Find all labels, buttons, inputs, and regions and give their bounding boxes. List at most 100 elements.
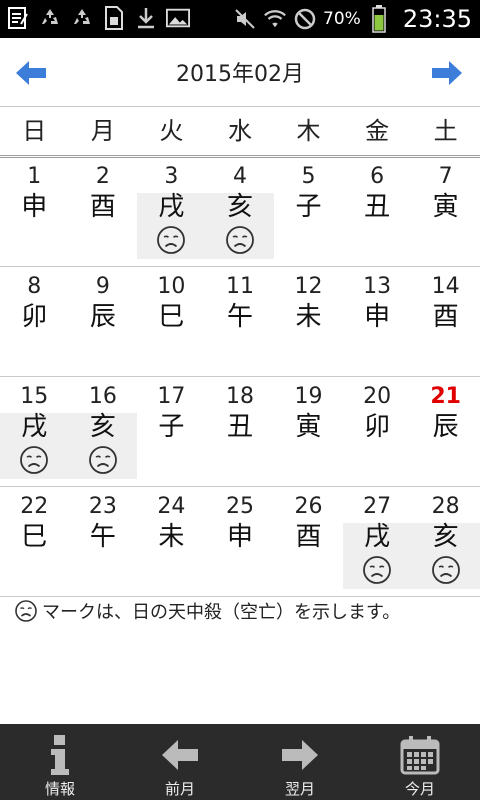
day-number: 18 — [225, 384, 254, 409]
day-cell[interactable]: 3戌 — [137, 157, 206, 266]
download-icon — [134, 5, 158, 31]
day-eto: 卯 — [364, 412, 391, 442]
day-number: 24 — [157, 494, 186, 519]
current-month-button[interactable]: 今月 — [360, 724, 480, 800]
day-eto: 子 — [158, 412, 185, 442]
day-cell[interactable]: 27 戌 — [342, 487, 412, 596]
day-number: 23 — [88, 494, 117, 519]
day-cell[interactable]: 26 酉 — [274, 487, 343, 596]
calendar-header: 2015年02月 — [0, 38, 480, 106]
battery-icon — [367, 5, 391, 33]
day-number: 6 — [370, 164, 385, 189]
day-number: 28 — [431, 494, 460, 519]
day-cell[interactable]: 20 卯 — [343, 377, 412, 486]
notes-icon — [6, 5, 30, 31]
day-cell[interactable]: 24 未 — [137, 487, 206, 596]
day-cell[interactable]: 10 巳 — [137, 267, 206, 376]
arrow-left-icon — [120, 734, 240, 776]
day-number: 5 — [301, 164, 316, 189]
day-cell[interactable]: 5子 — [274, 157, 343, 266]
day-eto: 戌 — [21, 412, 48, 442]
weekday-wed: 水 — [227, 117, 252, 145]
day-eto: 酉 — [432, 302, 459, 332]
mute-icon — [233, 6, 257, 32]
day-number: 26 — [294, 494, 323, 519]
status-bar: 70% 23:35 — [0, 0, 480, 38]
day-eto: 戌 — [158, 192, 185, 222]
day-cell[interactable]: 28 亥 — [411, 487, 480, 596]
day-cell[interactable]: 2酉 — [69, 157, 138, 266]
sad-face-icon — [431, 555, 461, 585]
prev-month-label: 前月 — [164, 780, 195, 798]
prev-month-button[interactable]: 前月 — [120, 724, 240, 800]
day-cell[interactable]: 7寅 — [411, 157, 480, 266]
image-icon — [166, 5, 190, 31]
day-number: 19 — [294, 384, 323, 409]
day-number: 8 — [27, 274, 42, 299]
day-cell[interactable]: 1申 — [0, 157, 69, 266]
info-button[interactable]: 情報 — [0, 724, 120, 800]
sad-face-icon — [14, 599, 38, 623]
day-eto: 未 — [295, 302, 322, 332]
day-eto: 午 — [89, 522, 116, 552]
weekday-sun: 日 — [22, 117, 47, 145]
day-cell[interactable]: 12 未 — [274, 267, 343, 376]
weekday-thu: 木 — [296, 117, 321, 145]
sad-face-icon — [156, 225, 186, 255]
day-cell[interactable]: 9辰 — [69, 267, 138, 376]
day-eto: 亥 — [432, 522, 459, 552]
weekday-tue: 火 — [159, 117, 184, 145]
day-number: 15 — [20, 384, 49, 409]
day-number: 20 — [363, 384, 392, 409]
sad-face-icon — [88, 445, 118, 475]
day-number: 27 — [363, 494, 392, 519]
legend: マークは、日の天中殺（空亡）を示します。 — [14, 598, 400, 624]
day-cell[interactable]: 21 辰 — [411, 377, 480, 486]
week-row: 8 卯 9 辰 10 巳 11 午 12 未 13 申 14 酉 — [0, 267, 480, 377]
day-cell[interactable]: 18 丑 — [206, 377, 275, 486]
day-cell[interactable]: 13 申 — [343, 267, 412, 376]
week-row: 22 巳 23 午 24 未 25 申 26 酉 27 戌 28 亥 — [0, 487, 480, 597]
week-row: 1申2酉3戌4亥5子6丑7寅 — [0, 157, 480, 267]
info-icon — [0, 734, 120, 776]
day-eto: 寅 — [295, 412, 322, 442]
day-cell[interactable]: 6丑 — [343, 157, 412, 266]
day-eto: 未 — [158, 522, 185, 552]
day-cell[interactable]: 11 午 — [206, 267, 275, 376]
wifi-icon — [263, 6, 287, 32]
day-eto: 巳 — [21, 522, 48, 552]
day-cell[interactable]: 16 亥 — [68, 377, 138, 486]
day-number: 17 — [157, 384, 186, 409]
month-title: 2015年02月 — [176, 62, 304, 87]
next-month-button[interactable]: 翌月 — [240, 724, 360, 800]
day-eto: 戌 — [364, 522, 391, 552]
day-eto: 申 — [364, 302, 391, 332]
arrow-right-icon — [240, 734, 360, 776]
day-number: 4 — [232, 164, 247, 189]
day-cell[interactable]: 17 子 — [137, 377, 206, 486]
calendar-icon — [360, 734, 480, 776]
arrow-right-icon[interactable] — [432, 60, 462, 86]
day-number: 25 — [225, 494, 254, 519]
day-cell[interactable]: 19 寅 — [274, 377, 343, 486]
day-cell[interactable]: 4亥 — [205, 157, 275, 266]
day-eto: 午 — [226, 302, 253, 332]
day-number: 10 — [157, 274, 186, 299]
next-month-label: 翌月 — [284, 780, 315, 798]
sad-face-icon — [362, 555, 392, 585]
day-number: 11 — [225, 274, 254, 299]
day-cell[interactable]: 22 巳 — [0, 487, 69, 596]
day-cell[interactable]: 8卯 — [0, 267, 69, 376]
day-eto: 申 — [21, 192, 48, 222]
day-number: 7 — [438, 164, 453, 189]
info-label: 情報 — [44, 780, 75, 798]
day-cell[interactable]: 15 戌 — [0, 377, 69, 486]
day-cell[interactable]: 23 午 — [69, 487, 138, 596]
day-cell[interactable]: 14 酉 — [411, 267, 480, 376]
today-number: 21 — [430, 384, 461, 409]
day-number: 12 — [294, 274, 323, 299]
day-eto: 巳 — [158, 302, 185, 332]
day-number: 3 — [164, 164, 179, 189]
day-cell[interactable]: 25 申 — [206, 487, 275, 596]
recycle-icon — [70, 5, 94, 31]
